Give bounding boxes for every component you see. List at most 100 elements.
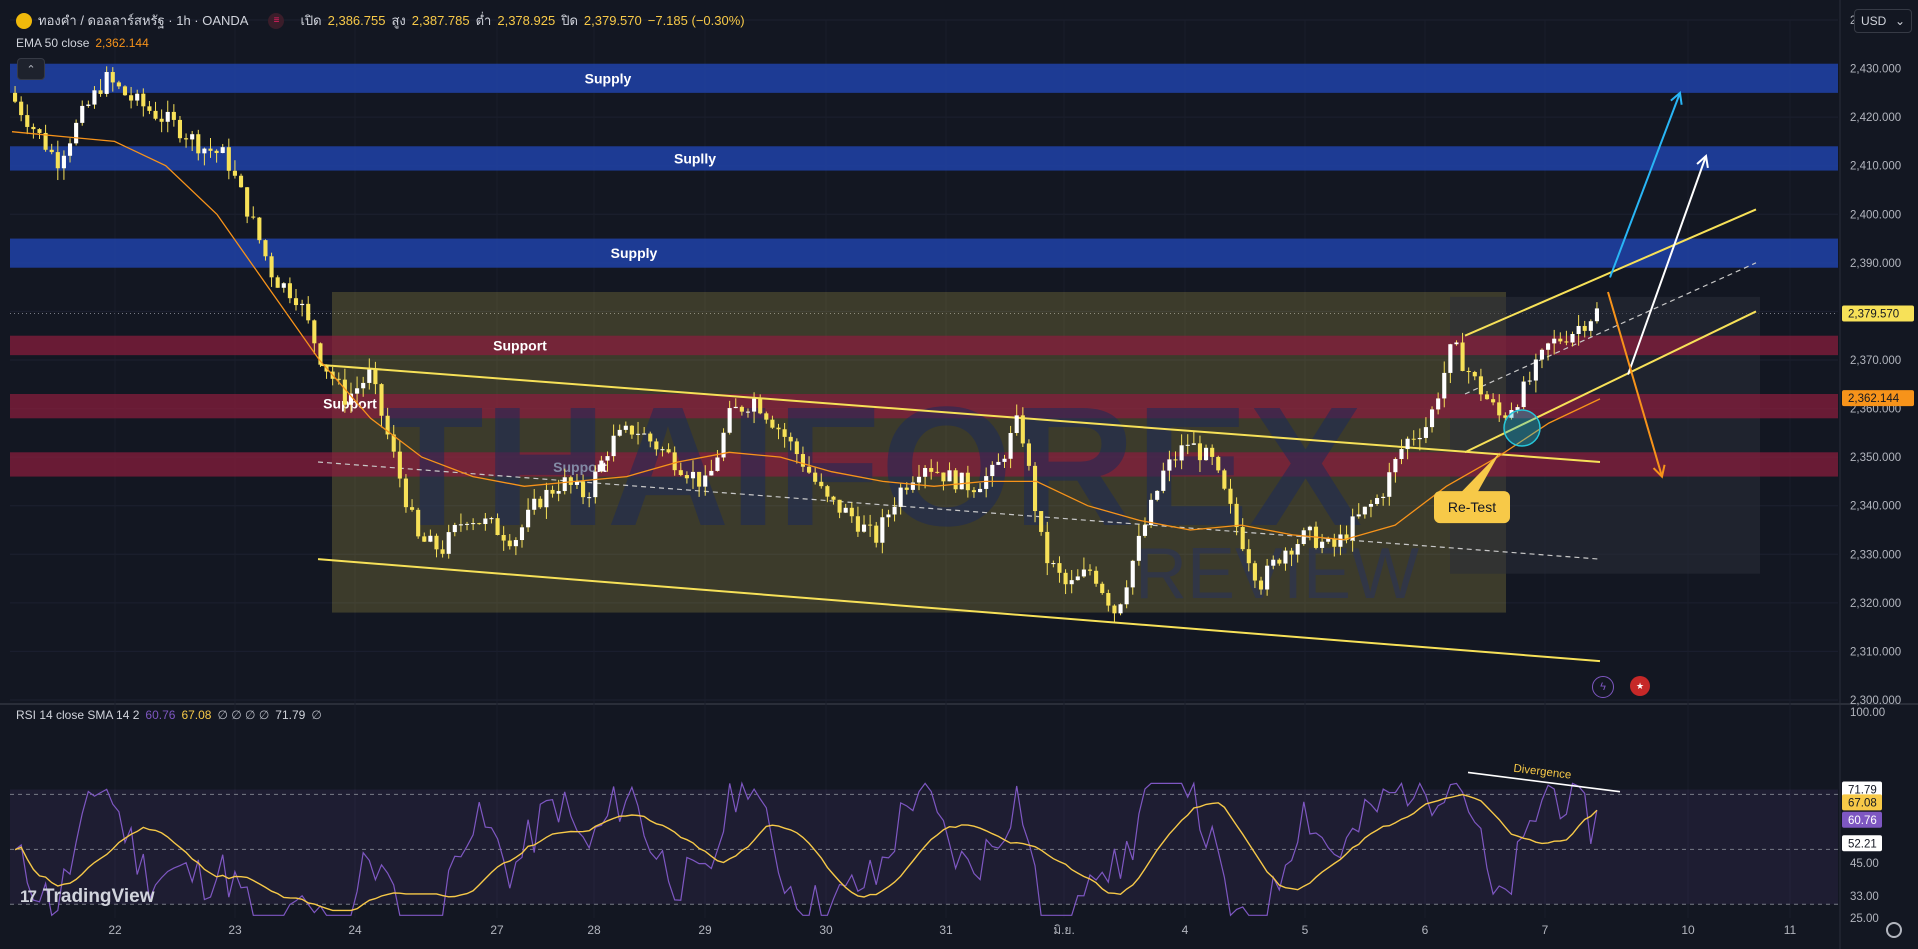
candle-body [1026,443,1031,466]
candle-body [727,408,732,433]
time-tick: 4 [1182,923,1189,937]
candle-body [635,433,641,435]
candle-body [886,514,891,518]
candle-body [55,152,60,169]
exchange-icon: ≡ [268,12,285,29]
candle-body [1570,333,1575,343]
candle-body [306,303,311,321]
candle-body [519,527,525,541]
rsi-tick: 45.00 [1850,858,1879,870]
candle-body [281,283,286,288]
candle-body [184,138,189,140]
close-value: 2,379.570 [583,13,642,28]
candle-body [1539,349,1545,360]
lightning-icon[interactable]: ϟ [1592,676,1614,698]
support-zone [10,335,1838,356]
time-tick: 6 [1422,923,1429,937]
time-tick: 22 [108,923,122,937]
candle-body [1240,527,1245,550]
candle-body [153,110,158,119]
candle-body [1564,341,1569,343]
candle-body [434,535,439,550]
candle-body [232,170,237,176]
candle-body [1252,563,1257,581]
currency-select[interactable]: USD ⌄ [1854,9,1912,33]
candle-body [1265,565,1270,590]
candle-body [1588,321,1593,331]
candle-body [1094,570,1099,584]
last-price-label: 2,379.570 [1848,309,1899,321]
candle-body [984,476,989,489]
candle-body [1442,372,1447,399]
candle-body [1069,580,1074,585]
price-tick: 2,320.000 [1850,598,1901,610]
candle-body [25,115,30,127]
candle-body [13,92,18,102]
candle-body [690,471,696,479]
candle-body [190,134,195,140]
candle-body [648,433,653,442]
time-tick: 27 [490,923,504,937]
candle-body [165,111,170,122]
supply-zone-label: Supply [585,70,632,86]
collapse-legend-button[interactable]: ⌃ [17,58,45,80]
candle-body [1179,445,1184,461]
candle-body [1460,342,1465,371]
time-tick: 28 [587,923,601,937]
rsi-tick: 100.00 [1850,707,1885,719]
candle-body [1405,438,1410,450]
candle-body [947,470,952,482]
candle-body [1320,541,1325,548]
candle-body [880,517,885,543]
symbol-title[interactable]: ทองคำ / ดอลลาร์สหรัฐ · 1h · OANDA [38,10,248,31]
candle-body [1362,506,1367,515]
candle-body [74,122,79,144]
candle-body [629,425,634,435]
tradingview-logo[interactable]: 17 TradingView [20,886,155,908]
candle-body [1381,496,1386,499]
time-tick: 31 [939,923,953,937]
candle-body [929,468,934,472]
candle-body [556,491,561,494]
candle-body [1429,409,1435,428]
candle-body [1014,415,1019,433]
low-value: 2,378.925 [497,13,556,28]
settings-icon[interactable] [1886,922,1902,938]
candle-body [67,143,73,156]
candle-body [1307,526,1312,531]
candle-body [452,524,457,533]
rsi-lower-label: 52.21 [1848,838,1877,850]
price-tick: 2,350.000 [1850,452,1901,464]
candle-body [1130,560,1135,588]
candle-body [513,540,518,547]
candle-body [1436,398,1441,410]
time-tick: 29 [698,923,712,937]
rsi-legend[interactable]: RSI 14 close SMA 14 2 60.76 67.08 ∅ ∅ ∅ ∅ 71… [16,708,322,722]
candle-body [538,498,543,508]
candle-body [959,472,964,490]
candle-body [1008,432,1013,459]
candle-body [1149,499,1154,526]
candle-body [1167,459,1172,471]
candle-body [1142,525,1148,536]
candle-body [1210,447,1215,457]
chart-canvas[interactable]: SupplySupllySupplySupportSupportSupport … [0,0,1918,949]
us-flag-icon[interactable]: ★ [1630,676,1650,696]
time-tick: 30 [819,923,833,937]
candle-body [202,148,207,154]
candle-body [1057,563,1062,573]
ema-legend[interactable]: EMA 50 close 2,362.144 [16,36,149,50]
candle-body [831,496,836,500]
candle-body [31,126,36,130]
close-label: ปิด [561,13,578,28]
candle-body [1399,449,1404,459]
candle-body [642,433,647,435]
candle-body [446,532,451,554]
candle-body [269,256,274,278]
candle-body [709,470,714,476]
chevron-down-icon: ⌄ [1894,14,1905,28]
candle-body [92,90,97,105]
candle-body [813,472,818,482]
rsi-tick: 25.00 [1850,913,1879,925]
candle-body [1234,503,1239,528]
